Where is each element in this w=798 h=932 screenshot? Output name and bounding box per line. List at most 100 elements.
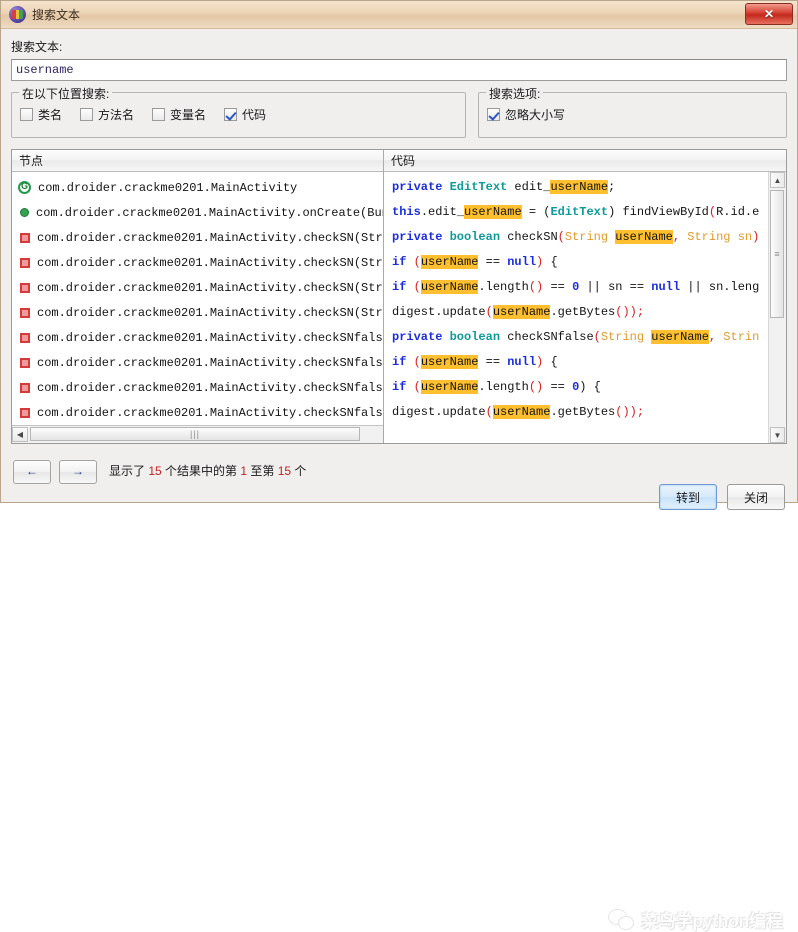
code-token: ) findViewById [608,205,709,219]
code-line-list[interactable]: private EditText edit_userName; this.edit… [384,172,768,443]
node-list: com.droider.crackme0201.MainActivity com.… [12,172,383,425]
code-token: ( [708,205,717,219]
code-token: checkSN [500,230,558,244]
tree-row-label: com.droider.crackme0201.MainActivity.che… [37,405,383,420]
code-line[interactable]: private EditText edit_userName; [392,175,768,200]
footer-bar: ← → 显示了 15 个结果中的第 1 至第 15 个 转到 关闭 菜鸟学pyt… [1,450,797,931]
vertical-scroll-thumb[interactable]: ≡ [770,190,784,318]
checkbox-class-name-box[interactable] [20,108,33,121]
code-token: EditText [550,205,609,219]
code-token: == [543,280,573,294]
checkbox-variable-name[interactable]: 变量名 [152,106,206,123]
code-token: null [507,255,537,269]
code-line[interactable]: if (userName.length() == 0 || sn == null… [392,275,768,300]
result-status-text: 显示了 15 个结果中的第 1 至第 15 个 [109,460,306,482]
code-token: || sn.leng [680,280,760,294]
code-token: , [708,330,724,344]
code-token: () [528,380,544,394]
code-line[interactable]: if (userName == null) { [392,250,768,275]
code-token: Strin [723,330,760,344]
code-line[interactable]: private boolean checkSNfalse(String user… [392,325,768,350]
checkbox-method-name[interactable]: 方法名 [80,106,134,123]
code-token: ()); [615,305,645,319]
checkbox-code[interactable]: 代码 [224,106,266,123]
tree-row[interactable]: com.droider.crackme0201.MainActivity.che… [12,350,383,375]
code-token: String [564,230,616,244]
code-match-highlight: userName [492,305,551,319]
horizontal-scroll-thumb[interactable]: ||| [30,427,360,441]
code-token: if [392,380,414,394]
search-locations-title: 在以下位置搜索: [19,85,113,102]
code-line[interactable]: if (userName.length() == 0) { [392,375,768,400]
next-page-button[interactable]: → [59,460,97,484]
code-token: { [543,255,558,269]
tree-row[interactable]: com.droider.crackme0201.MainActivity.che… [12,275,383,300]
checkbox-method-name-label: 方法名 [98,108,135,122]
code-token: private [392,180,450,194]
dialog-content: 搜索文本: 在以下位置搜索: 类名 方法名 变量名 [1,29,797,450]
horizontal-scrollbar[interactable]: ◀ ||| [12,425,383,443]
close-button[interactable]: 关闭 [727,484,785,510]
tree-row[interactable]: com.droider.crackme0201.MainActivity.onC… [12,200,383,225]
status-prefix: 显示了 [109,464,149,478]
code-column-header[interactable]: 代码 [384,150,786,172]
scroll-left-icon[interactable]: ◀ [12,427,28,442]
private-method-icon [20,232,30,243]
tree-row[interactable]: com.droider.crackme0201.MainActivity.che… [12,250,383,275]
tree-row-label: com.droider.crackme0201.MainActivity.che… [37,380,383,395]
code-match-highlight: userName [420,355,479,369]
checkbox-method-name-box[interactable] [80,108,94,121]
tree-row[interactable]: com.droider.crackme0201.MainActivity.che… [12,400,383,425]
scroll-up-icon[interactable]: ▲ [770,172,785,188]
code-match-highlight: userName [651,330,709,344]
private-method-icon [20,332,30,343]
checkbox-ignore-case[interactable]: 忽略大小写 [487,106,565,123]
tree-row[interactable]: com.droider.crackme0201.MainActivity.che… [12,325,383,350]
title-bar: 搜索文本 ✕ [1,1,797,29]
tree-row[interactable]: com.droider.crackme0201.MainActivity.che… [12,225,383,250]
node-column-header[interactable]: 节点 [12,150,383,172]
code-token: if [392,255,414,269]
node-tree-body[interactable]: com.droider.crackme0201.MainActivity com.… [12,172,383,425]
code-token: , [672,230,688,244]
code-token: ( [485,305,493,319]
private-method-icon [20,282,30,293]
tree-row-label: com.droider.crackme0201.MainActivity.che… [37,255,383,270]
tree-row[interactable]: com.droider.crackme0201.MainActivity.che… [12,300,383,325]
checkbox-class-name[interactable]: 类名 [20,106,62,123]
previous-page-button[interactable]: ← [13,460,51,484]
search-options-group: 搜索选项: 忽略大小写 [478,85,787,138]
code-line[interactable]: if (userName == null) { [392,350,768,375]
tree-row-label: com.droider.crackme0201.MainActivity.che… [37,330,383,345]
code-line[interactable]: private boolean checkSN(String userName,… [392,225,768,250]
code-token: ( [413,380,421,394]
code-match-highlight: userName [420,380,479,394]
tree-row[interactable]: com.droider.crackme0201.MainActivity.che… [12,375,383,400]
scroll-grip-icon: ≡ [774,248,780,259]
close-icon[interactable]: ✕ [745,3,793,25]
code-token: .getBytes [550,305,616,319]
app-icon [9,6,26,23]
checkbox-variable-name-box[interactable] [152,108,166,121]
scroll-down-icon[interactable]: ▼ [770,427,785,443]
tree-row-label: com.droider.crackme0201.MainActivity.che… [37,280,383,295]
vertical-scrollbar[interactable]: ▲ ≡ ▼ [768,172,786,443]
tree-row-label: com.droider.crackme0201.MainActivity.onC… [36,205,383,220]
checkbox-code-box[interactable] [224,108,238,121]
watermark: 菜鸟学python编程 [608,907,783,932]
code-line[interactable]: digest.update(userName.getBytes()); [392,300,768,325]
checkbox-ignore-case-box[interactable] [487,108,500,121]
tree-row[interactable]: com.droider.crackme0201.MainActivity [12,175,383,200]
status-mid1: 个结果中的第 [161,464,241,478]
code-match-highlight: userName [420,280,479,294]
code-line[interactable]: digest.update(userName.getBytes()); [392,400,768,425]
goto-button[interactable]: 转到 [659,484,717,510]
code-token: { [543,355,558,369]
code-line[interactable]: this.edit_userName = (EditText) findView… [392,200,768,225]
code-token: if [392,355,414,369]
code-token: == [478,255,508,269]
code-match-highlight: userName [464,205,522,219]
code-match-highlight: userName [492,405,551,419]
search-input[interactable] [11,59,787,81]
code-token: ( [593,330,601,344]
